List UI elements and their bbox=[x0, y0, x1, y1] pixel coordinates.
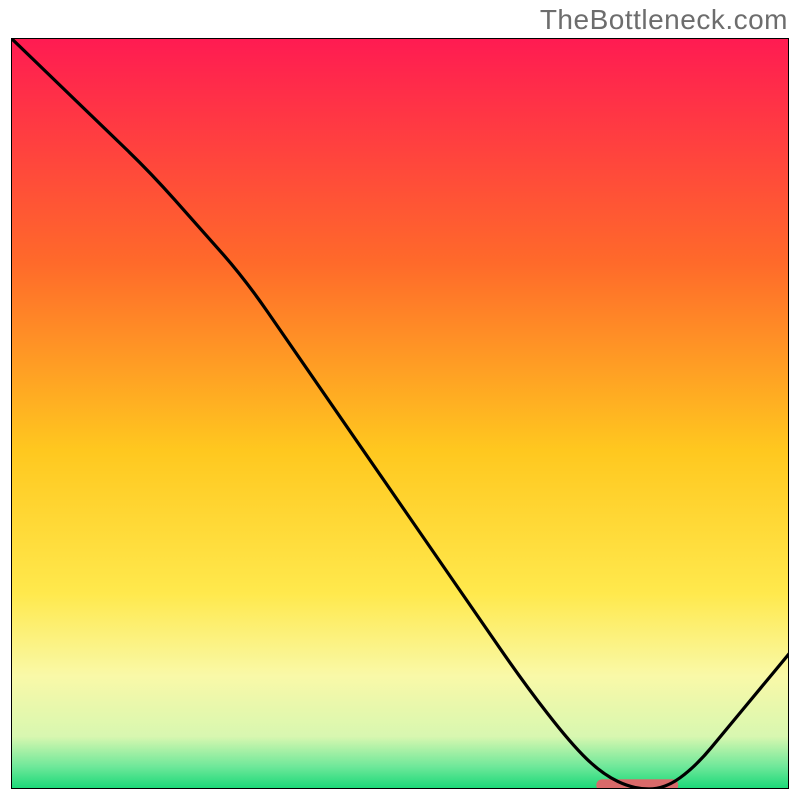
chart-stage: TheBottleneck.com bbox=[0, 0, 800, 800]
watermark-text: TheBottleneck.com bbox=[540, 4, 788, 36]
chart-container bbox=[11, 38, 789, 789]
bottleneck-chart bbox=[11, 38, 789, 789]
